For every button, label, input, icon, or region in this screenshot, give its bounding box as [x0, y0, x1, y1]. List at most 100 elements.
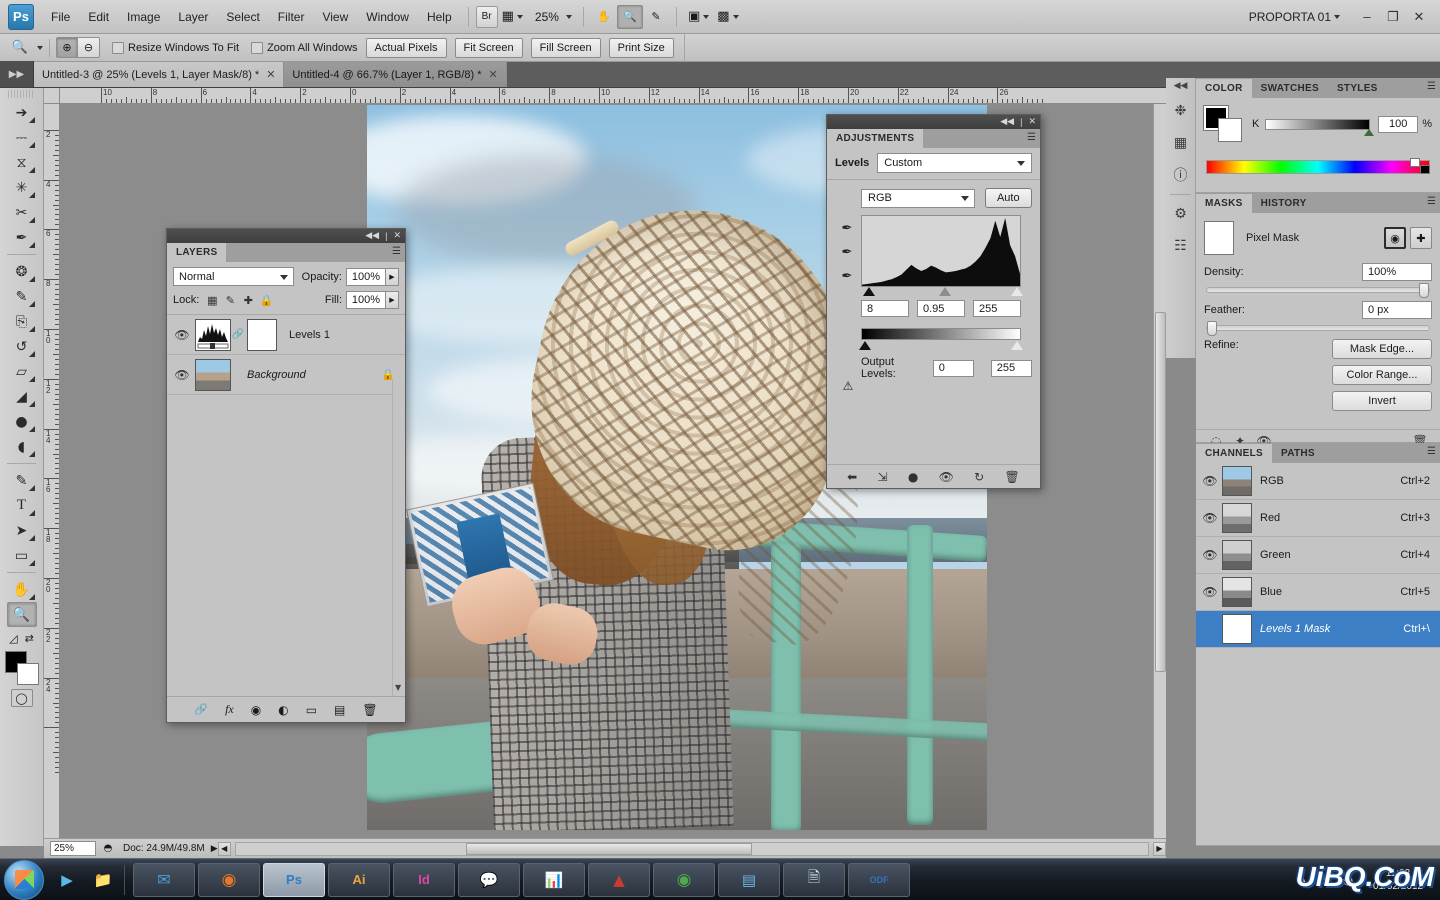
panel-menu-icon[interactable]: ☰ — [1427, 81, 1436, 92]
tool-presets-icon[interactable]: ⚙ — [1168, 199, 1194, 229]
zoom-all-windows-checkbox[interactable]: Zoom All Windows — [251, 42, 357, 54]
info-icon[interactable]: ⓘ — [1168, 160, 1194, 190]
pixel-mask-button[interactable]: ◉ — [1384, 227, 1406, 249]
density-input[interactable]: 100% — [1362, 263, 1432, 281]
file-explorer-icon[interactable]: 📁 — [90, 867, 116, 893]
task-control-panel[interactable]: ▤ — [718, 863, 780, 897]
task-thunderbird[interactable]: ✉ — [133, 863, 195, 897]
channel-row-green[interactable]: 👁 Green Ctrl+4 — [1196, 537, 1440, 574]
menu-layer[interactable]: Layer — [169, 0, 217, 34]
panel-menu-icon[interactable]: ☰ — [392, 246, 401, 257]
layer-row-background[interactable]: 👁 Background 🔒 — [167, 355, 405, 395]
restore-button[interactable]: ❐ — [1380, 5, 1406, 29]
tool-hand[interactable]: ✋ — [7, 577, 37, 602]
task-indesign[interactable]: Id — [393, 863, 455, 897]
tool-eraser[interactable]: ▱ — [7, 359, 37, 384]
lock-image-pixels-icon[interactable]: ✎ — [221, 292, 239, 308]
task-notepad[interactable]: 🗎 — [783, 863, 845, 897]
view-previous-state-icon[interactable]: 👁 — [939, 470, 954, 484]
density-slider[interactable] — [1206, 287, 1430, 293]
tool-zoom[interactable]: 🔍 — [7, 602, 37, 627]
layers-scroll-column[interactable]: ▼ — [392, 379, 405, 696]
reset-adjustment-icon[interactable]: ↻ — [974, 470, 984, 484]
channel-row-red[interactable]: 👁 Red Ctrl+3 — [1196, 500, 1440, 537]
workspace-switcher[interactable]: PROPORTA 01 — [1249, 10, 1331, 24]
input-white-field[interactable]: 255 — [973, 300, 1021, 317]
channel-row-rgb[interactable]: 👁 RGB Ctrl+2 — [1196, 463, 1440, 500]
layer-comps-icon[interactable]: ☷ — [1168, 231, 1194, 261]
scroll-down-icon[interactable]: ▼ — [395, 683, 401, 692]
arrange-documents-button[interactable]: ▣ — [684, 6, 713, 28]
view-extras-button[interactable]: ▦ — [498, 6, 527, 28]
k-channel-slider[interactable] — [1265, 119, 1370, 130]
lock-all-icon[interactable]: 🔒 — [257, 292, 275, 308]
canvas-horizontal-scrollbar[interactable] — [235, 842, 1149, 856]
menu-window[interactable]: Window — [357, 0, 418, 34]
menu-edit[interactable]: Edit — [79, 0, 118, 34]
dock-expand-icon[interactable]: ◀◀ — [1166, 78, 1195, 94]
status-menu-arrow-icon[interactable]: ▶ — [211, 844, 218, 854]
tool-path-selection[interactable]: ➤ — [7, 518, 37, 543]
k-channel-input[interactable]: 100 — [1378, 116, 1418, 133]
task-illustrator[interactable]: Ai — [328, 863, 390, 897]
zoom-percent-input[interactable]: 25% — [50, 841, 96, 856]
eye-icon[interactable]: 👁 — [1198, 474, 1222, 488]
tool-dodge[interactable]: ◖ — [7, 434, 37, 459]
input-gamma-field[interactable]: 0.95 — [917, 300, 965, 317]
current-tool-icon[interactable]: 🔍 — [6, 37, 34, 59]
show-hidden-icons-icon[interactable]: ▲ — [1299, 875, 1306, 885]
return-to-adjustment-list-icon[interactable]: ⬅ — [847, 470, 857, 484]
hand-tool-button[interactable]: ✋ — [591, 5, 617, 29]
toggle-layer-visibility-icon[interactable]: ● — [908, 470, 918, 484]
zoom-tool-button[interactable]: 🔍 — [617, 5, 643, 29]
close-icon[interactable]: ✕ — [393, 231, 401, 241]
swap-colors-icon[interactable]: ⇄ — [25, 632, 34, 645]
tab-layers[interactable]: LAYERS — [167, 243, 226, 262]
link-layers-icon[interactable]: 🔗 — [194, 703, 208, 716]
lock-position-icon[interactable]: ✚ — [239, 292, 257, 308]
tray-network-icon[interactable]: ◓ — [1338, 870, 1358, 890]
fill-screen-button[interactable]: Fill Screen — [531, 38, 601, 58]
input-black-field[interactable]: 8 — [861, 300, 909, 317]
feather-slider[interactable] — [1206, 325, 1430, 331]
vector-mask-button[interactable]: ✚ — [1410, 227, 1432, 249]
menu-file[interactable]: File — [42, 0, 79, 34]
tool-marquee[interactable]: ⎓ — [7, 125, 37, 150]
channel-row-levels-1-mask[interactable]: Levels 1 Mask Ctrl+\ — [1196, 611, 1440, 648]
hscroll-left-button[interactable]: ◀ — [218, 842, 231, 856]
tool-eyedropper[interactable]: ✒ — [7, 225, 37, 250]
black-swatch[interactable] — [1420, 165, 1430, 174]
histogram-icon[interactable]: ▦ — [1168, 128, 1194, 158]
tool-spot-healing-brush[interactable]: ❂ — [7, 259, 37, 284]
ruler-origin-corner[interactable] — [44, 88, 60, 104]
close-button[interactable]: ✕ — [1406, 5, 1432, 29]
tray-warning-icon[interactable]: ⚠ — [1314, 870, 1334, 890]
add-layer-mask-icon[interactable]: ◉ — [251, 703, 261, 717]
opacity-stepper[interactable]: ▶ — [386, 268, 399, 286]
canvas-vertical-scrollbar[interactable] — [1153, 104, 1166, 846]
tool-blur[interactable]: ● — [7, 409, 37, 434]
channel-row-blue[interactable]: 👁 Blue Ctrl+5 — [1196, 574, 1440, 611]
task-chrome[interactable]: ◉ — [653, 863, 715, 897]
scrollbar-thumb[interactable] — [466, 843, 752, 855]
color-swatches[interactable] — [5, 651, 39, 685]
new-layer-icon[interactable]: ▤ — [334, 703, 345, 717]
start-button[interactable] — [4, 860, 44, 900]
tool-lasso[interactable]: ⧖ — [7, 150, 37, 175]
fill-input[interactable]: 100% — [346, 291, 386, 309]
auto-levels-button[interactable]: Auto — [985, 188, 1032, 208]
tab-dock-expand-icon[interactable]: ▶▶ — [0, 61, 34, 87]
feather-input[interactable]: 0 px — [1362, 301, 1432, 319]
opacity-input[interactable]: 100% — [346, 268, 386, 286]
hscroll-right-button[interactable]: ▶ — [1153, 842, 1166, 856]
color-panel-swatches[interactable] — [1204, 106, 1242, 142]
taskbar-clock[interactable]: 11:03 01/02/2012 — [1362, 867, 1434, 893]
adjustments-panel-titlebar[interactable]: ◀◀ | ✕ — [827, 115, 1040, 129]
menu-image[interactable]: Image — [118, 0, 169, 34]
fill-stepper[interactable]: ▶ — [386, 291, 399, 309]
task-firefox[interactable]: ◉ — [198, 863, 260, 897]
output-white-field[interactable]: 255 — [991, 360, 1032, 377]
status-info-icon[interactable]: ◓ — [99, 841, 117, 857]
output-levels-sliders[interactable] — [861, 340, 1021, 351]
collapse-icon[interactable]: ◀◀ — [1000, 117, 1014, 127]
